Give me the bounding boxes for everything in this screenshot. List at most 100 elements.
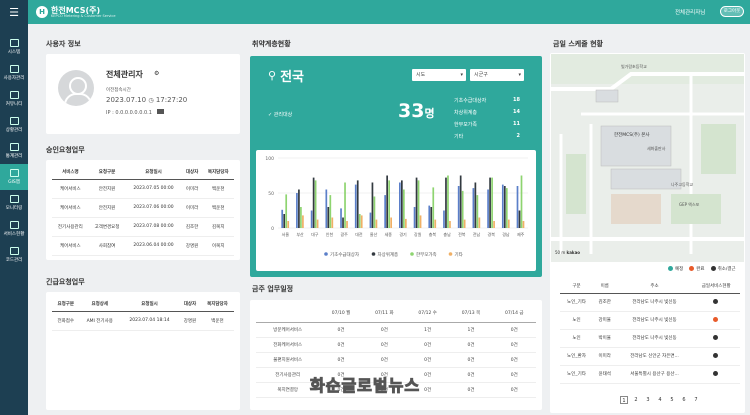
page-button[interactable]: 1 [620, 396, 628, 404]
map-view[interactable]: 한전MCS(주) 본사 세화출판사 GEP 엑스포 나주고등학교 빛가람초등학교… [551, 54, 744, 262]
column-header: 요청구분 [88, 166, 126, 180]
sidebar-item-situation[interactable]: 상황관리 [0, 112, 28, 138]
x-tick-label: 세종 [385, 231, 393, 237]
bar [403, 189, 405, 228]
hamburger-menu-icon[interactable]: ☰ [0, 0, 28, 24]
bar [461, 190, 464, 228]
today-schedule-table-wrap: 구분 이름 주소 금일서비스현황 노인_기타 김조한 전라남도 나주시 빛신동 노인… [560, 279, 740, 384]
map-place-label: GEP 엑스포 [679, 202, 700, 207]
y-tick-label: 50 [268, 191, 274, 197]
bar [388, 180, 390, 228]
bar [346, 221, 348, 228]
map-place-label: 한전MCS(주) 본사 [614, 133, 650, 138]
page-button[interactable]: 5 [668, 396, 676, 404]
table-row[interactable]: 노인_환자 이미라 전라남도 신안군 자은면... [560, 347, 740, 366]
user-info-title: 사용자 정보 [46, 40, 81, 48]
bar [314, 180, 317, 228]
settings-gear-icon[interactable]: ⚙ [154, 70, 159, 77]
bar [445, 177, 447, 228]
monitoring-icon [9, 195, 19, 203]
table-row[interactable]: 방문케어서비스 0건 0건 1건 1건 0건 [256, 322, 536, 338]
company-logo[interactable]: H 한전MCS(주) KEPCO Metering & Customer Ser… [36, 6, 115, 18]
y-tick-label: 0 [271, 226, 274, 232]
table-row[interactable]: 케어서비스 안전지원 2023.07.06 00:00 이미라 백운천 [52, 198, 234, 218]
sidebar-item-user-manage[interactable]: 사용자관리 [0, 60, 28, 86]
page-button[interactable]: 3 [644, 396, 652, 404]
column-header: 복지담당자 [200, 298, 234, 312]
column-header: 주소 [616, 279, 693, 294]
district-select[interactable]: 시군구 ▾ [470, 69, 524, 81]
bar [449, 221, 451, 228]
table-row[interactable]: 노인_기타 윤태석 서울특별시 용산구 용산... [560, 365, 740, 384]
page-button[interactable]: 2 [632, 396, 640, 404]
bar [447, 175, 449, 228]
column-header: 대상자 [181, 166, 203, 180]
chevron-down-icon: ▾ [518, 72, 521, 78]
sidebar-item-service-status[interactable]: 서비스현황 [0, 216, 28, 242]
situation-icon [9, 117, 19, 125]
bar [298, 189, 300, 228]
sidebar-item-gis-map[interactable]: GIS맵 [0, 164, 28, 190]
table-row[interactable]: 케어서비스 사회참여 2023.06.04 00:00 강명원 이복지 [52, 236, 234, 256]
sidebar-item-statistics[interactable]: 통계관리 [0, 138, 28, 164]
bar [520, 175, 523, 228]
bar [300, 207, 302, 228]
table-row[interactable]: 노인_기타 김조한 전라남도 나주시 빛신동 [560, 293, 740, 312]
code-manage-icon [9, 247, 19, 255]
page-button[interactable]: 4 [656, 396, 664, 404]
bar [384, 195, 386, 228]
bar [522, 221, 525, 228]
table-row[interactable]: 전화접수 AMI 전기사용 2023.07.04 18:14 강명원 백운천 [52, 311, 234, 331]
page-button[interactable]: 6 [680, 396, 688, 404]
urgent-table: 요청구분 요청상세 요청일시 대상자 복지담당자 전화접수 AMI 전기사용 202… [52, 298, 234, 331]
statistics-icon [9, 143, 19, 151]
bar [491, 177, 493, 228]
page-button[interactable]: 7 [692, 396, 700, 404]
table-row[interactable]: 전화케어서비스 0건 0건 0건 0건 0건 [256, 337, 536, 353]
avatar [58, 70, 94, 106]
x-tick-label: 경남 [502, 231, 510, 237]
bar [417, 180, 420, 228]
table-row[interactable]: 불편지원서비스 0건 0건 0건 0건 0건 [256, 352, 536, 368]
bar [487, 189, 489, 228]
column-header: 07/13 목 [449, 304, 493, 323]
bar [371, 182, 374, 228]
table-row[interactable]: 노인 박이율 전라남도 나주시 빛신동 [560, 329, 740, 348]
last-access-label: 이전접속시간 [106, 88, 131, 93]
status-dot [692, 311, 740, 330]
logout-button[interactable]: 로그아웃 [720, 6, 744, 17]
ip-address: IP : 0.0.0.0.0.0.0.1 [106, 110, 152, 116]
legend-label: 기초수급대상자 [330, 251, 360, 258]
sidebar-item-community[interactable]: 커뮤니티 [0, 86, 28, 112]
bar [399, 182, 401, 228]
legend-label: 기타 [455, 251, 464, 258]
map-place-label: 세화출판사 [647, 146, 666, 151]
gis-map-icon [9, 169, 19, 177]
bar [478, 217, 481, 228]
bar [331, 217, 334, 228]
x-tick-label: 전북 [458, 231, 466, 237]
y-tick-label: 100 [265, 156, 274, 162]
sidebar-item-code-manage[interactable]: 코드관리 [0, 242, 28, 268]
table-row[interactable]: 노인 강미율 전라남도 나주시 빛신동 [560, 311, 740, 330]
legend-swatch [410, 252, 414, 256]
sidebar-item-monitoring[interactable]: 모니터링 [0, 190, 28, 216]
bar [312, 177, 315, 228]
column-header: 요청일시 [119, 298, 179, 312]
table-row[interactable]: 케어서비스 안전지원 2023.07.05 00:00 이미라 백운천 [52, 179, 234, 199]
table-row[interactable]: 전기사용관리 고객변경요청 2023.07.08 00:00 김조한 김복지 [52, 217, 234, 237]
x-tick-label: 대전 [355, 231, 363, 237]
service-status-icon [9, 221, 19, 229]
bar [434, 219, 437, 228]
user-manage-icon [9, 65, 19, 73]
x-tick-label: 충북 [429, 231, 437, 237]
sidebar-item-system[interactable]: 시스템 [0, 34, 28, 60]
status-dot [692, 347, 740, 366]
bar-chart-svg: 100 50 0 서울 부산 대구 인천 광주 대전 울산 세종 경기 강원 충북 충남 전북 전남 경북 경남 제주… [265, 156, 528, 258]
x-tick-label: 경기 [399, 231, 407, 237]
province-select[interactable]: 시도 ▾ [412, 69, 466, 81]
column-header: 금일서비스현황 [692, 279, 740, 294]
approval-table: 서비스명 요청구분 요청일시 대상자 복지담당자 케어서비스 안전지원 2023.0… [52, 166, 234, 256]
logo-subtitle: KEPCO Metering & Customer Service [51, 13, 116, 18]
target-checkbox[interactable]: ✓ 관리대상 [268, 111, 292, 118]
